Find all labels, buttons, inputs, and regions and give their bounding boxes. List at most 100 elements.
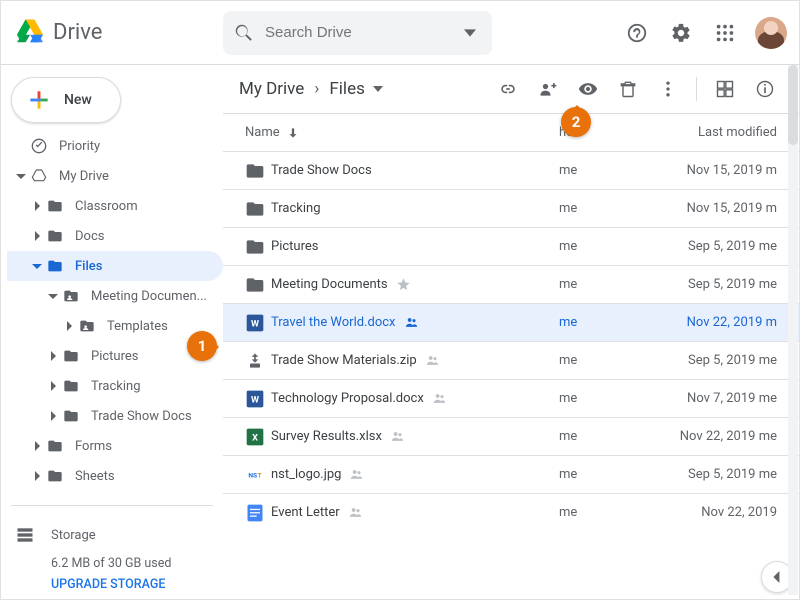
sidebar-item-trade-show-docs[interactable]: Trade Show Docs bbox=[7, 401, 223, 431]
expander-icon[interactable] bbox=[29, 231, 45, 241]
nav-tree: Priority My Drive Classroom Docs Files Meet… bbox=[1, 131, 223, 491]
file-name: Pictures bbox=[271, 239, 559, 254]
expander-icon[interactable] bbox=[29, 471, 45, 481]
file-row[interactable]: WTechnology Proposal.docxmeNov 7, 2019 m… bbox=[223, 379, 799, 417]
file-row[interactable]: Event LettermeNov 22, 2019 bbox=[223, 493, 799, 531]
svg-text:X: X bbox=[252, 433, 258, 443]
expander-icon[interactable] bbox=[61, 321, 77, 331]
tree-label: Trade Show Docs bbox=[91, 409, 192, 424]
tree-label: Classroom bbox=[75, 199, 138, 214]
sidebar-item-docs[interactable]: Docs bbox=[7, 221, 223, 251]
svg-text:NS: NS bbox=[248, 471, 257, 479]
sidebar-item-forms[interactable]: Forms bbox=[7, 431, 223, 461]
search-bar[interactable] bbox=[223, 11, 492, 55]
word-icon: W bbox=[245, 389, 271, 409]
folder-icon bbox=[245, 161, 271, 181]
settings-button[interactable] bbox=[661, 13, 701, 53]
folder-icon bbox=[61, 348, 81, 364]
search-dropdown-icon[interactable] bbox=[464, 27, 476, 39]
account-avatar[interactable] bbox=[755, 17, 787, 49]
plus-icon bbox=[26, 87, 52, 113]
sidebar-item-files[interactable]: Files bbox=[7, 251, 223, 281]
breadcrumb: My Drive › Files bbox=[239, 79, 383, 99]
tree-label: Pictures bbox=[91, 349, 138, 364]
expander-icon[interactable] bbox=[45, 381, 61, 391]
img-icon: NST bbox=[245, 465, 271, 485]
column-name[interactable]: Name bbox=[245, 125, 559, 140]
file-modified: Nov 22, 2019 me bbox=[669, 429, 777, 444]
shared-folder-icon bbox=[61, 288, 81, 304]
folder-icon bbox=[45, 468, 65, 484]
file-row[interactable]: PicturesmeSep 5, 2019 me bbox=[223, 227, 799, 265]
tree-label: Docs bbox=[75, 229, 104, 244]
column-headers: Name her Last modified bbox=[223, 113, 799, 151]
action-bar bbox=[490, 71, 783, 107]
file-name: Meeting Documents bbox=[271, 277, 559, 292]
apps-button[interactable] bbox=[705, 13, 745, 53]
file-modified: Sep 5, 2019 me bbox=[669, 239, 777, 254]
divider bbox=[696, 77, 697, 101]
file-owner: me bbox=[559, 277, 669, 292]
shared-icon bbox=[404, 315, 419, 330]
shared-icon bbox=[390, 429, 405, 444]
folder-icon bbox=[45, 198, 65, 214]
sidebar-item-meeting-documen-[interactable]: Meeting Documen... bbox=[7, 281, 223, 311]
new-label: New bbox=[64, 92, 92, 108]
get-link-button[interactable] bbox=[490, 71, 526, 107]
shared-folder-icon bbox=[77, 318, 97, 334]
breadcrumb-files[interactable]: Files bbox=[329, 79, 382, 99]
sidebar-item-storage[interactable]: Storage bbox=[15, 520, 209, 550]
file-name: nst_logo.jpg bbox=[271, 467, 559, 482]
upgrade-storage-link[interactable]: UPGRADE STORAGE bbox=[15, 577, 209, 592]
grid-view-button[interactable] bbox=[707, 71, 743, 107]
column-modified[interactable]: Last modified bbox=[669, 125, 777, 140]
trash-button[interactable] bbox=[610, 71, 646, 107]
logo-area[interactable]: Drive bbox=[15, 18, 223, 48]
search-icon bbox=[233, 22, 255, 44]
drive-logo-icon bbox=[15, 18, 45, 48]
file-name: Technology Proposal.docx bbox=[271, 391, 559, 406]
expander-icon[interactable] bbox=[29, 441, 45, 451]
annotation-2: 2 bbox=[561, 107, 591, 137]
chevron-down-icon bbox=[373, 84, 383, 94]
tree-label: Files bbox=[75, 259, 102, 274]
file-modified: Nov 15, 2019 m bbox=[669, 201, 777, 216]
sidebar-item-priority[interactable]: Priority bbox=[7, 131, 223, 161]
file-row[interactable]: Meeting DocumentsmeSep 5, 2019 me bbox=[223, 265, 799, 303]
expander-icon[interactable] bbox=[45, 351, 61, 361]
word-icon: W bbox=[245, 313, 271, 333]
file-owner: me bbox=[559, 429, 669, 444]
new-button[interactable]: New bbox=[11, 77, 121, 123]
folder-icon bbox=[45, 228, 65, 244]
file-row[interactable]: TrackingmeNov 15, 2019 m bbox=[223, 189, 799, 227]
file-row[interactable]: WTravel the World.docxmeNov 22, 2019 m bbox=[223, 303, 799, 341]
svg-text:W: W bbox=[251, 319, 259, 329]
file-name: Event Letter bbox=[271, 505, 559, 520]
file-owner: me bbox=[559, 163, 669, 178]
help-button[interactable] bbox=[617, 13, 657, 53]
main-panel: My Drive › Files Name her Last modified … bbox=[223, 65, 799, 601]
expander-icon[interactable] bbox=[29, 261, 45, 271]
sidebar-item-tracking[interactable]: Tracking bbox=[7, 371, 223, 401]
breadcrumb-separator-icon: › bbox=[314, 79, 319, 99]
file-owner: me bbox=[559, 239, 669, 254]
file-row[interactable]: Trade Show DocsmeNov 15, 2019 m bbox=[223, 151, 799, 189]
file-row[interactable]: Trade Show Materials.zipmeSep 5, 2019 me bbox=[223, 341, 799, 379]
details-button[interactable] bbox=[747, 71, 783, 107]
more-button[interactable] bbox=[650, 71, 686, 107]
sidebar-item-classroom[interactable]: Classroom bbox=[7, 191, 223, 221]
search-input[interactable] bbox=[265, 24, 464, 41]
expander-icon[interactable] bbox=[45, 411, 61, 421]
file-row[interactable]: NSTnst_logo.jpgmeSep 5, 2019 me bbox=[223, 455, 799, 493]
sidebar-item-sheets[interactable]: Sheets bbox=[7, 461, 223, 491]
breadcrumb-mydrive[interactable]: My Drive bbox=[239, 79, 304, 99]
expander-icon[interactable] bbox=[45, 291, 61, 301]
share-button[interactable] bbox=[530, 71, 566, 107]
sidebar-item-mydrive[interactable]: My Drive bbox=[7, 161, 223, 191]
file-row[interactable]: XSurvey Results.xlsxmeNov 22, 2019 me bbox=[223, 417, 799, 455]
file-list: Trade Show DocsmeNov 15, 2019 mTrackingm… bbox=[223, 151, 799, 601]
tree-label: Forms bbox=[75, 439, 112, 454]
expander-icon[interactable] bbox=[29, 201, 45, 211]
scrollbar-thumb[interactable] bbox=[788, 65, 798, 145]
product-name: Drive bbox=[53, 20, 102, 45]
